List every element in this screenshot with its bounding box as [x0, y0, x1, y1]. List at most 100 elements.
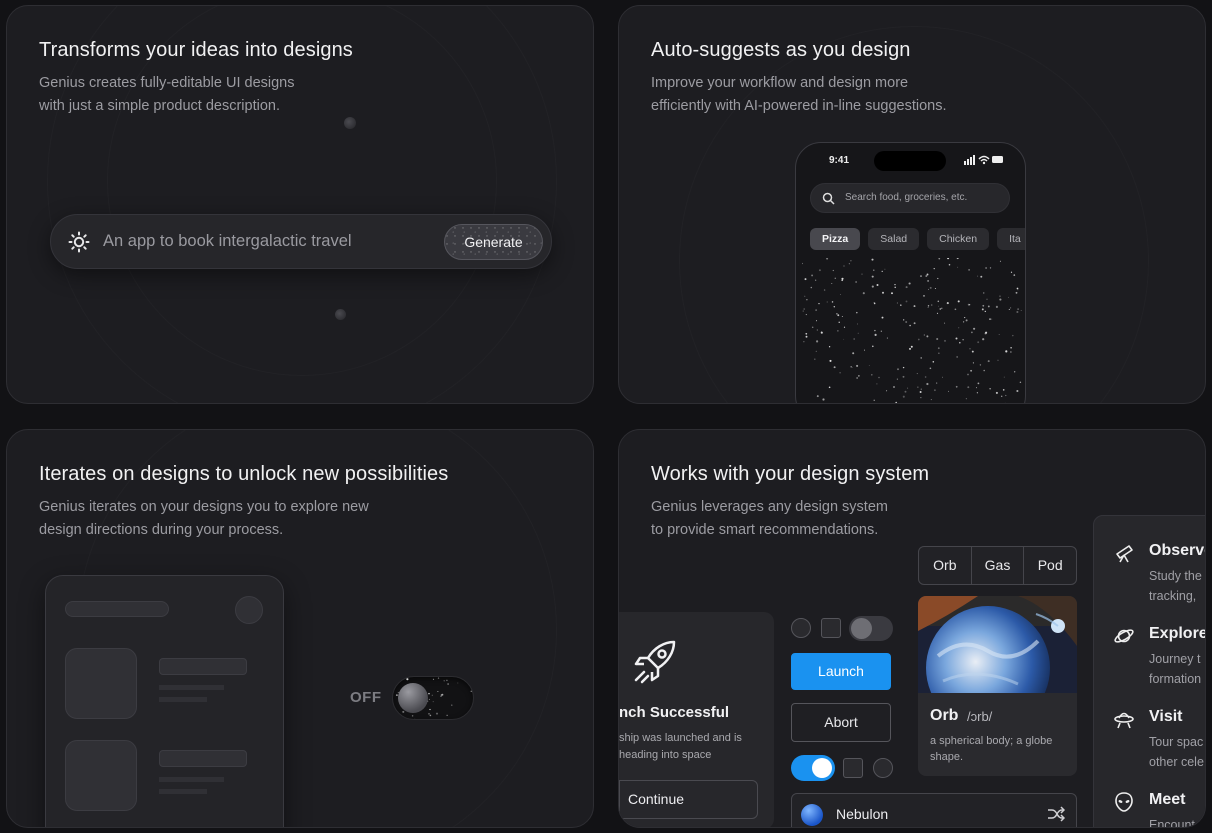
- shuffle-icon[interactable]: [1047, 806, 1065, 822]
- star: [1016, 310, 1019, 314]
- star: [962, 321, 965, 323]
- description-line: Genius creates fully-editable UI designs: [39, 75, 295, 91]
- description-line: formation: [1149, 672, 1202, 686]
- description-line: Study the: [1149, 569, 1202, 583]
- star: [979, 364, 982, 366]
- star: [924, 403, 925, 404]
- chip-chicken[interactable]: Chicken: [927, 228, 990, 250]
- checkbox[interactable]: [821, 618, 841, 638]
- star: [820, 331, 823, 334]
- star: [939, 308, 942, 310]
- star: [872, 345, 874, 348]
- star: [394, 682, 396, 685]
- description-line: Encount: [1149, 818, 1195, 828]
- segment-gas[interactable]: Gas: [972, 547, 1025, 584]
- star: [811, 274, 814, 277]
- star: [905, 321, 908, 323]
- star: [829, 359, 832, 362]
- star: [913, 322, 916, 325]
- star: [999, 295, 1001, 297]
- star: [816, 329, 818, 331]
- abort-button[interactable]: Abort: [791, 703, 891, 742]
- description-line: with just a simple product description.: [39, 98, 280, 114]
- star: [977, 275, 979, 277]
- launch-description: ship was launched and is heading into sp…: [619, 730, 769, 764]
- design-toggle-switch[interactable]: [392, 676, 474, 720]
- star: [876, 383, 878, 385]
- star: [437, 677, 440, 679]
- star: [802, 262, 804, 265]
- star: [920, 357, 922, 359]
- star: [989, 267, 992, 269]
- menu-item-title: Explore: [1149, 625, 1206, 642]
- card-description: Improve your workflow and design more ef…: [651, 72, 947, 118]
- card-title: Iterates on designs to unlock new possib…: [39, 463, 449, 485]
- radio-button[interactable]: [873, 758, 893, 778]
- card-title: Transforms your ideas into designs: [39, 39, 353, 61]
- star: [815, 309, 817, 311]
- search-input[interactable]: Search food, groceries, etc.: [810, 183, 1010, 213]
- star: [975, 387, 977, 389]
- star: [1019, 381, 1022, 384]
- feature-card-suggest: Auto-suggests as you design Improve your…: [618, 5, 1206, 404]
- ufo-icon: [1114, 712, 1134, 729]
- star: [896, 302, 898, 304]
- star: [831, 301, 834, 303]
- star: [924, 376, 927, 378]
- star: [1003, 376, 1005, 378]
- prompt-input-bar[interactable]: An app to book intergalactic travel Gene…: [50, 214, 552, 269]
- star: [929, 367, 932, 370]
- prompt-text[interactable]: An app to book intergalactic travel: [103, 232, 352, 251]
- star: [398, 715, 400, 717]
- segment-orb[interactable]: Orb: [919, 547, 972, 584]
- toggle-off[interactable]: [849, 616, 893, 641]
- star: [881, 316, 884, 319]
- star: [428, 713, 430, 715]
- continue-button[interactable]: Continue: [619, 780, 758, 819]
- star: [833, 306, 836, 308]
- wireframe-avatar: [235, 596, 263, 624]
- side-panel-menu: Observe Study the tracking, Explore Jour…: [1093, 515, 1206, 828]
- star: [923, 295, 925, 297]
- star: [959, 341, 961, 344]
- star: [811, 326, 814, 329]
- star: [926, 382, 929, 386]
- star: [936, 382, 938, 384]
- star: [938, 352, 940, 354]
- star: [432, 701, 434, 703]
- chip-salad[interactable]: Salad: [868, 228, 920, 250]
- star: [909, 347, 911, 350]
- star: [965, 319, 968, 322]
- star: [985, 331, 988, 334]
- chip-pizza[interactable]: Pizza: [810, 228, 861, 250]
- chip-ita[interactable]: Ita: [997, 228, 1025, 250]
- star: [926, 273, 929, 276]
- feature-card-iterate: Iterates on designs to unlock new possib…: [6, 429, 594, 828]
- star: [470, 690, 473, 693]
- star: [1010, 346, 1012, 349]
- switch-knob[interactable]: [398, 683, 428, 713]
- checkbox[interactable]: [843, 758, 863, 778]
- star: [451, 704, 453, 706]
- star: [841, 316, 843, 317]
- description-line: Tour spac: [1149, 735, 1204, 749]
- star: [905, 286, 908, 289]
- generate-button[interactable]: Generate: [444, 224, 543, 260]
- star: [831, 282, 833, 284]
- launch-button[interactable]: Launch: [791, 653, 891, 690]
- star: [948, 390, 950, 392]
- toggle-on[interactable]: [791, 755, 835, 781]
- star: [925, 275, 928, 277]
- wireframe-line: [159, 697, 207, 702]
- star: [981, 308, 984, 311]
- star: [826, 301, 828, 303]
- star: [832, 269, 834, 272]
- star: [902, 395, 905, 398]
- orb-definition-card: Orb /ɔrb/ a spherical body; a globe shap…: [918, 596, 1077, 776]
- star: [920, 275, 922, 277]
- segment-pod[interactable]: Pod: [1024, 547, 1076, 584]
- star: [892, 385, 896, 389]
- radio-button[interactable]: [791, 618, 811, 638]
- star: [815, 350, 817, 353]
- nebulon-select[interactable]: Nebulon: [791, 793, 1077, 827]
